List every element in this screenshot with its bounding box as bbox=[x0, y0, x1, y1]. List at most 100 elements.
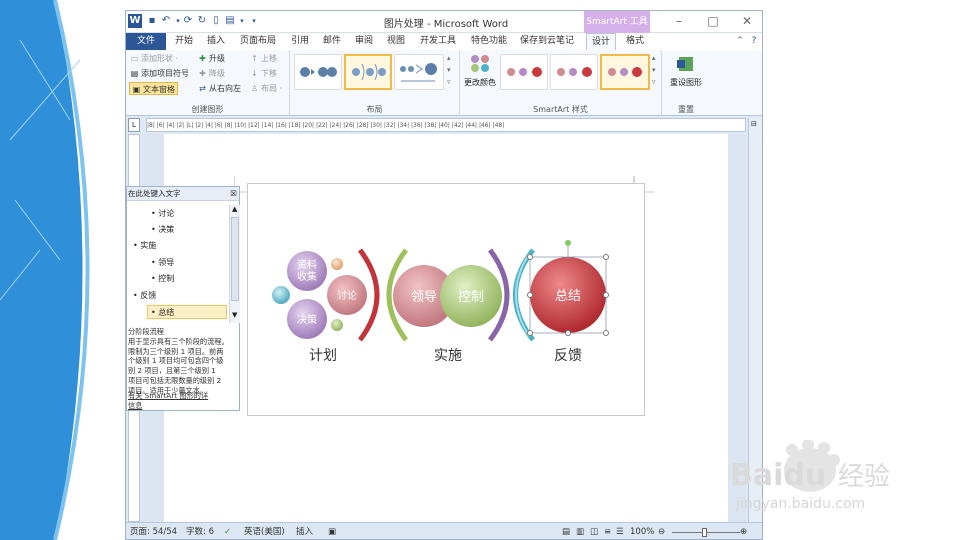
macro-icon[interactable]: ▣ bbox=[328, 523, 336, 539]
word-app-icon[interactable]: W bbox=[128, 14, 142, 28]
undo-icon[interactable]: ↶ bbox=[160, 15, 172, 27]
text-pane-close-icon[interactable]: ☒ bbox=[230, 187, 237, 201]
proofing-icon[interactable]: ✓ bbox=[224, 523, 231, 539]
scroll-up-icon[interactable]: ▲ bbox=[232, 205, 237, 213]
scroll-thumb[interactable] bbox=[231, 217, 239, 301]
web-view-icon[interactable]: ◫ bbox=[590, 523, 598, 539]
word-count[interactable]: 字数: 6 bbox=[186, 523, 214, 539]
page-count[interactable]: 页面: 54/54 bbox=[130, 523, 177, 539]
repeat-icon[interactable]: ⟳ bbox=[182, 15, 194, 27]
layouts-scroll-down-icon[interactable]: ▾ bbox=[447, 66, 451, 74]
draft-view-icon[interactable]: ☰ bbox=[616, 523, 624, 539]
print-layout-view-icon[interactable]: ▤ bbox=[562, 523, 570, 539]
new-doc-icon[interactable]: ▯ bbox=[210, 15, 222, 27]
list-item[interactable]: • 决策 bbox=[151, 223, 174, 237]
customize-icon[interactable]: ▾ bbox=[248, 15, 260, 27]
bubble-data-collection[interactable] bbox=[287, 251, 327, 291]
resize-handle[interactable] bbox=[565, 330, 571, 336]
ribbon-collapse-icon[interactable]: ⌃ bbox=[734, 33, 746, 50]
move-up-button[interactable]: ↑ 上移 bbox=[250, 52, 277, 65]
layouts-more-icon[interactable]: ▿ bbox=[447, 78, 451, 86]
layout-icon: ♙ bbox=[250, 84, 259, 93]
style-option-1[interactable] bbox=[500, 54, 548, 90]
layout-option-1[interactable] bbox=[294, 54, 342, 90]
promote-button[interactable]: ✚ 升级 bbox=[198, 52, 225, 65]
right-to-left-button[interactable]: ⇄ 从右向左 bbox=[198, 82, 241, 95]
minimize-button[interactable]: – bbox=[664, 13, 694, 29]
tab-view[interactable]: 视图 bbox=[382, 33, 410, 50]
layout-description: 分阶段流程 用于显示具有三个阶段的流程。 限制为三个级别 1 项目。前两 个级别… bbox=[127, 327, 239, 396]
tab-review[interactable]: 审阅 bbox=[350, 33, 378, 50]
add-shape-button[interactable]: ▭ 添加形状 · bbox=[130, 52, 178, 65]
list-item[interactable]: • 领导 bbox=[151, 256, 174, 270]
list-item[interactable]: • 反馈 bbox=[133, 289, 156, 303]
zoom-out-icon[interactable]: ⊖ bbox=[658, 523, 665, 539]
bubble-label-data-collection-line2: 收集 bbox=[297, 270, 317, 283]
tab-features[interactable]: 特色功能 bbox=[466, 33, 512, 50]
layouts-scroll-up-icon[interactable]: ▴ bbox=[447, 54, 451, 62]
bubble-label-lead: 领导 bbox=[411, 290, 437, 305]
scroll-down-icon[interactable]: ▼ bbox=[232, 311, 237, 319]
style-option-2[interactable] bbox=[550, 54, 598, 90]
styles-more-icon[interactable]: ▿ bbox=[652, 78, 656, 86]
tab-selector-icon[interactable]: L bbox=[128, 118, 140, 132]
table-icon[interactable]: ▤ bbox=[224, 15, 236, 27]
tab-references[interactable]: 引用 bbox=[286, 33, 314, 50]
outline-view-icon[interactable]: ≡ bbox=[604, 523, 611, 539]
list-item[interactable]: • 控制 bbox=[151, 272, 174, 286]
list-item[interactable]: • 实施 bbox=[133, 239, 156, 253]
change-colors-button[interactable]: 更改颜色 bbox=[462, 52, 498, 100]
tab-file[interactable]: 文件 bbox=[126, 33, 166, 50]
save-icon[interactable]: ▪ bbox=[146, 15, 158, 27]
language-indicator[interactable]: 英语(美国) bbox=[244, 523, 285, 539]
reset-group: 重设图形 重置 bbox=[662, 50, 710, 116]
resize-handle[interactable] bbox=[527, 292, 533, 298]
tab-cloud-notes[interactable]: 保存到云笔记 bbox=[516, 33, 578, 50]
move-down-button[interactable]: ↓ 下移 bbox=[250, 67, 277, 80]
zoom-level[interactable]: 100% bbox=[630, 523, 654, 539]
resize-handle[interactable] bbox=[603, 254, 609, 260]
layout-option-3[interactable] bbox=[394, 54, 444, 90]
resize-handle[interactable] bbox=[603, 330, 609, 336]
reset-graphic-button[interactable]: 重设图形 bbox=[664, 54, 708, 88]
more-info-link[interactable]: 有关 SmartArt 图形的详 信息 bbox=[127, 391, 239, 411]
layout-button[interactable]: ♙ 布局 · bbox=[250, 82, 282, 95]
add-bullet-button[interactable]: ▤ 添加项目符号 bbox=[130, 67, 189, 80]
tab-insert[interactable]: 插入 bbox=[202, 33, 230, 50]
tab-home[interactable]: 开始 bbox=[170, 33, 198, 50]
help-icon[interactable]: ? bbox=[748, 33, 760, 50]
full-screen-view-icon[interactable]: ▥ bbox=[576, 523, 584, 539]
tab-page-layout[interactable]: 页面布局 bbox=[234, 33, 282, 50]
horizontal-ruler[interactable]: |8| |6| |4| |2| |L| |2| |4| |6| |8| |10|… bbox=[146, 118, 746, 132]
maximize-button[interactable]: □ bbox=[698, 13, 728, 29]
resize-handle[interactable] bbox=[527, 254, 533, 260]
styles-scroll-down-icon[interactable]: ▾ bbox=[652, 66, 656, 74]
tab-design[interactable]: 设计 bbox=[586, 33, 616, 50]
ruler-toggle-icon[interactable]: ⊟ bbox=[751, 120, 757, 128]
smartart-graphic[interactable]: 资料 收集 讨论 决策 领导 控制 总结 计划 实施 反馈 bbox=[247, 183, 645, 416]
bubble-label-decision: 决策 bbox=[297, 313, 317, 326]
close-button[interactable]: ✕ bbox=[732, 13, 762, 29]
decorative-swoosh bbox=[0, 0, 90, 540]
list-item-selected[interactable]: • 总结 bbox=[147, 305, 227, 319]
insert-mode[interactable]: 插入 bbox=[296, 523, 313, 539]
text-pane-button[interactable]: ▣ 文本窗格 bbox=[129, 82, 178, 95]
tab-mailings[interactable]: 邮件 bbox=[318, 33, 346, 50]
redo-icon[interactable]: ↻ bbox=[196, 15, 208, 27]
resize-handle[interactable] bbox=[603, 292, 609, 298]
table-dropdown-icon[interactable]: ▾ bbox=[236, 15, 248, 27]
style-thumb-1 bbox=[507, 67, 542, 77]
tab-format[interactable]: 格式 bbox=[620, 33, 650, 50]
rotation-handle[interactable] bbox=[565, 240, 571, 246]
add-shape-icon: ▭ bbox=[130, 54, 139, 63]
tab-developer[interactable]: 开发工具 bbox=[414, 33, 462, 50]
demote-button[interactable]: ✚ 降级 bbox=[198, 67, 225, 80]
zoom-slider-thumb[interactable] bbox=[702, 528, 707, 537]
text-pane-scrollbar[interactable]: ▲ ▼ bbox=[229, 205, 240, 323]
style-option-3-selected[interactable] bbox=[600, 54, 650, 90]
list-item[interactable]: • 讨论 bbox=[151, 207, 174, 221]
layout-thumb-2 bbox=[352, 63, 386, 81]
resize-handle[interactable] bbox=[527, 330, 533, 336]
styles-scroll-up-icon[interactable]: ▴ bbox=[652, 54, 656, 62]
layout-option-2-selected[interactable] bbox=[344, 54, 392, 90]
